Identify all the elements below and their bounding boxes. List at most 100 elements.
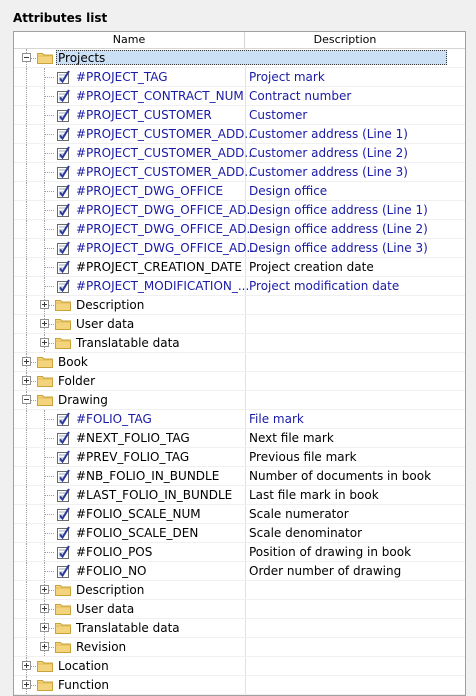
- tree-line: [26, 581, 28, 599]
- folder-icon: [37, 679, 53, 691]
- expand-toggle-icon[interactable]: [40, 338, 49, 347]
- folder-icon: [37, 394, 53, 406]
- folder-icon: [37, 356, 53, 368]
- tree-line: [26, 410, 28, 428]
- tree-folder-row[interactable]: Translatable data: [14, 619, 465, 638]
- tree-folder-row[interactable]: Drawing: [14, 391, 465, 410]
- tree-folder-row[interactable]: Location: [14, 657, 465, 676]
- tree-line: [44, 476, 54, 478]
- folder-icon: [55, 337, 71, 349]
- expand-toggle-icon[interactable]: [40, 585, 49, 594]
- column-header-name[interactable]: Name: [14, 32, 245, 48]
- tree-line: [44, 457, 54, 459]
- tree-line: [44, 210, 54, 212]
- folder-label: Drawing: [58, 393, 108, 407]
- tree-line: [44, 495, 54, 497]
- expand-toggle-icon[interactable]: [40, 642, 49, 651]
- tree-line: [44, 552, 54, 554]
- attributes-tree-grid[interactable]: Name Description Projects #PROJECT_TAG Pro…: [13, 31, 466, 696]
- expand-toggle-icon[interactable]: [40, 604, 49, 613]
- tree-attribute-row[interactable]: #PROJECT_DWG_OFFICE_AD... Design office a…: [14, 201, 465, 220]
- attribute-description: Customer address (Line 3): [249, 165, 408, 179]
- tree-folder-row[interactable]: Translatable data: [14, 334, 465, 353]
- expand-toggle-icon[interactable]: [22, 661, 31, 670]
- attribute-description: Customer: [249, 108, 308, 122]
- attribute-description: Number of documents in book: [249, 469, 432, 483]
- tree-folder-row[interactable]: Function: [14, 676, 465, 695]
- tree-line: [44, 229, 54, 231]
- folder-icon: [55, 318, 71, 330]
- attribute-name: #FOLIO_TAG: [76, 412, 152, 426]
- attribute-description: Project creation date: [249, 260, 374, 274]
- expand-toggle-icon[interactable]: [40, 300, 49, 309]
- tree-attribute-row[interactable]: #FOLIO_SCALE_NUM Scale numerator: [14, 505, 465, 524]
- check-attribute-icon: [55, 487, 71, 503]
- tree-attribute-row[interactable]: #NB_FOLIO_IN_BUNDLE Number of documents i…: [14, 467, 465, 486]
- tree-folder-row[interactable]: User data: [14, 315, 465, 334]
- tree-attribute-row[interactable]: #NEXT_FOLIO_TAG Next file mark: [14, 429, 465, 448]
- attribute-description: Contract number: [249, 89, 352, 103]
- tree-folder-row[interactable]: Folder: [14, 372, 465, 391]
- attribute-name: #PROJECT_MODIFICATION_...: [76, 279, 250, 293]
- tree-attribute-row[interactable]: #PROJECT_CUSTOMER_ADD... Customer address…: [14, 125, 465, 144]
- expand-toggle-icon[interactable]: [22, 357, 31, 366]
- folder-icon: [55, 622, 71, 634]
- attribute-description: Previous file mark: [249, 450, 357, 464]
- tree-attribute-row[interactable]: #LAST_FOLIO_IN_BUNDLE Last file mark in b…: [14, 486, 465, 505]
- tree-folder-row[interactable]: User data: [14, 600, 465, 619]
- tree-attribute-row[interactable]: #PROJECT_CUSTOMER Customer: [14, 106, 465, 125]
- check-attribute-icon: [55, 69, 71, 85]
- tree-folder-row[interactable]: Projects: [14, 49, 465, 68]
- tree-folder-row[interactable]: Revision: [14, 638, 465, 657]
- check-attribute-icon: [55, 126, 71, 142]
- tree-attribute-row[interactable]: #PROJECT_CREATION_DATE Project creation d…: [14, 258, 465, 277]
- collapse-toggle-icon[interactable]: [22, 395, 31, 404]
- attribute-description: Design office address (Line 1): [249, 203, 428, 217]
- expand-toggle-icon[interactable]: [22, 680, 31, 689]
- tree-line: [44, 191, 54, 193]
- tree-body: Projects #PROJECT_TAG Project mark #PROJECT…: [14, 49, 465, 695]
- tree-line: [26, 562, 28, 580]
- tree-line: [26, 201, 28, 219]
- tree-line: [26, 296, 28, 314]
- tree-attribute-row[interactable]: #PROJECT_DWG_OFFICE_AD... Design office a…: [14, 220, 465, 239]
- check-attribute-icon: [55, 449, 71, 465]
- check-attribute-icon: [55, 563, 71, 579]
- tree-attribute-row[interactable]: #PROJECT_CONTRACT_NUM Contract number: [14, 87, 465, 106]
- tree-line: [44, 419, 54, 421]
- expand-toggle-icon[interactable]: [22, 376, 31, 385]
- tree-attribute-row[interactable]: #PROJECT_TAG Project mark: [14, 68, 465, 87]
- tree-folder-row[interactable]: Description: [14, 581, 465, 600]
- tree-line: [26, 68, 28, 86]
- tree-folder-row[interactable]: Description: [14, 296, 465, 315]
- tree-line: [26, 600, 28, 618]
- tree-line: [26, 429, 28, 447]
- tree-attribute-row[interactable]: #PROJECT_DWG_OFFICE_AD... Design office a…: [14, 239, 465, 258]
- collapse-toggle-icon[interactable]: [22, 53, 31, 62]
- attribute-description: Customer address (Line 2): [249, 146, 408, 160]
- tree-attribute-row[interactable]: #PROJECT_DWG_OFFICE Design office: [14, 182, 465, 201]
- tree-attribute-row[interactable]: #FOLIO_SCALE_DEN Scale denominator: [14, 524, 465, 543]
- tree-attribute-row[interactable]: #PROJECT_CUSTOMER_ADD... Customer address…: [14, 163, 465, 182]
- tree-attribute-row[interactable]: #FOLIO_TAG File mark: [14, 410, 465, 429]
- check-attribute-icon: [55, 221, 71, 237]
- tree-attribute-row[interactable]: #PROJECT_CUSTOMER_ADD... Customer address…: [14, 144, 465, 163]
- expand-toggle-icon[interactable]: [40, 319, 49, 328]
- tree-attribute-row[interactable]: #PROJECT_MODIFICATION_... Project modific…: [14, 277, 465, 296]
- attribute-description: Design office: [249, 184, 328, 198]
- tree-line: [26, 258, 28, 276]
- folder-icon: [37, 52, 53, 64]
- tree-line: [26, 315, 28, 333]
- column-header-description[interactable]: Description: [245, 32, 445, 48]
- tree-attribute-row[interactable]: #FOLIO_POS Position of drawing in book: [14, 543, 465, 562]
- tree-attribute-row[interactable]: #PREV_FOLIO_TAG Previous file mark: [14, 448, 465, 467]
- tree-line: [44, 172, 54, 174]
- tree-line: [26, 144, 28, 162]
- tree-line: [44, 96, 54, 98]
- attribute-name: #PROJECT_CUSTOMER: [76, 108, 212, 122]
- tree-attribute-row[interactable]: #FOLIO_NO Order number of drawing: [14, 562, 465, 581]
- attribute-description: Order number of drawing: [249, 564, 402, 578]
- attribute-description: File mark: [249, 412, 304, 426]
- tree-folder-row[interactable]: Book: [14, 353, 465, 372]
- expand-toggle-icon[interactable]: [40, 623, 49, 632]
